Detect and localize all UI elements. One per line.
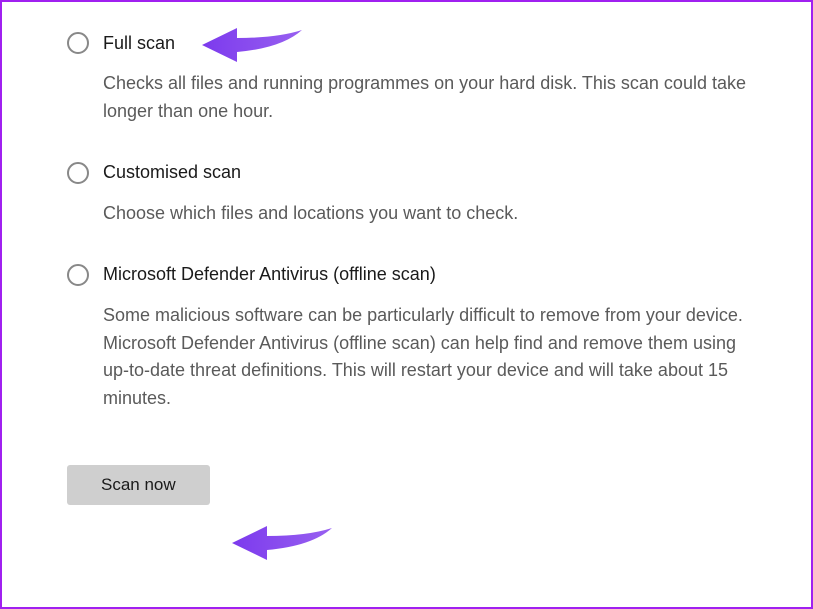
radio-full-scan[interactable] <box>67 32 89 54</box>
radio-custom-scan[interactable] <box>67 162 89 184</box>
desc-offline-scan: Some malicious software can be particula… <box>103 302 756 414</box>
scan-now-button[interactable]: Scan now <box>67 465 210 505</box>
label-full-scan: Full scan <box>103 33 175 54</box>
radio-offline-scan[interactable] <box>67 264 89 286</box>
scan-options-panel: Full scan Checks all files and running p… <box>2 2 811 535</box>
label-custom-scan: Customised scan <box>103 162 241 183</box>
desc-custom-scan: Choose which files and locations you wan… <box>103 200 756 228</box>
option-full-scan: Full scan Checks all files and running p… <box>67 32 756 126</box>
option-offline-scan: Microsoft Defender Antivirus (offline sc… <box>67 264 756 414</box>
option-custom-scan: Customised scan Choose which files and l… <box>67 162 756 228</box>
label-offline-scan: Microsoft Defender Antivirus (offline sc… <box>103 264 436 285</box>
desc-full-scan: Checks all files and running programmes … <box>103 70 756 126</box>
